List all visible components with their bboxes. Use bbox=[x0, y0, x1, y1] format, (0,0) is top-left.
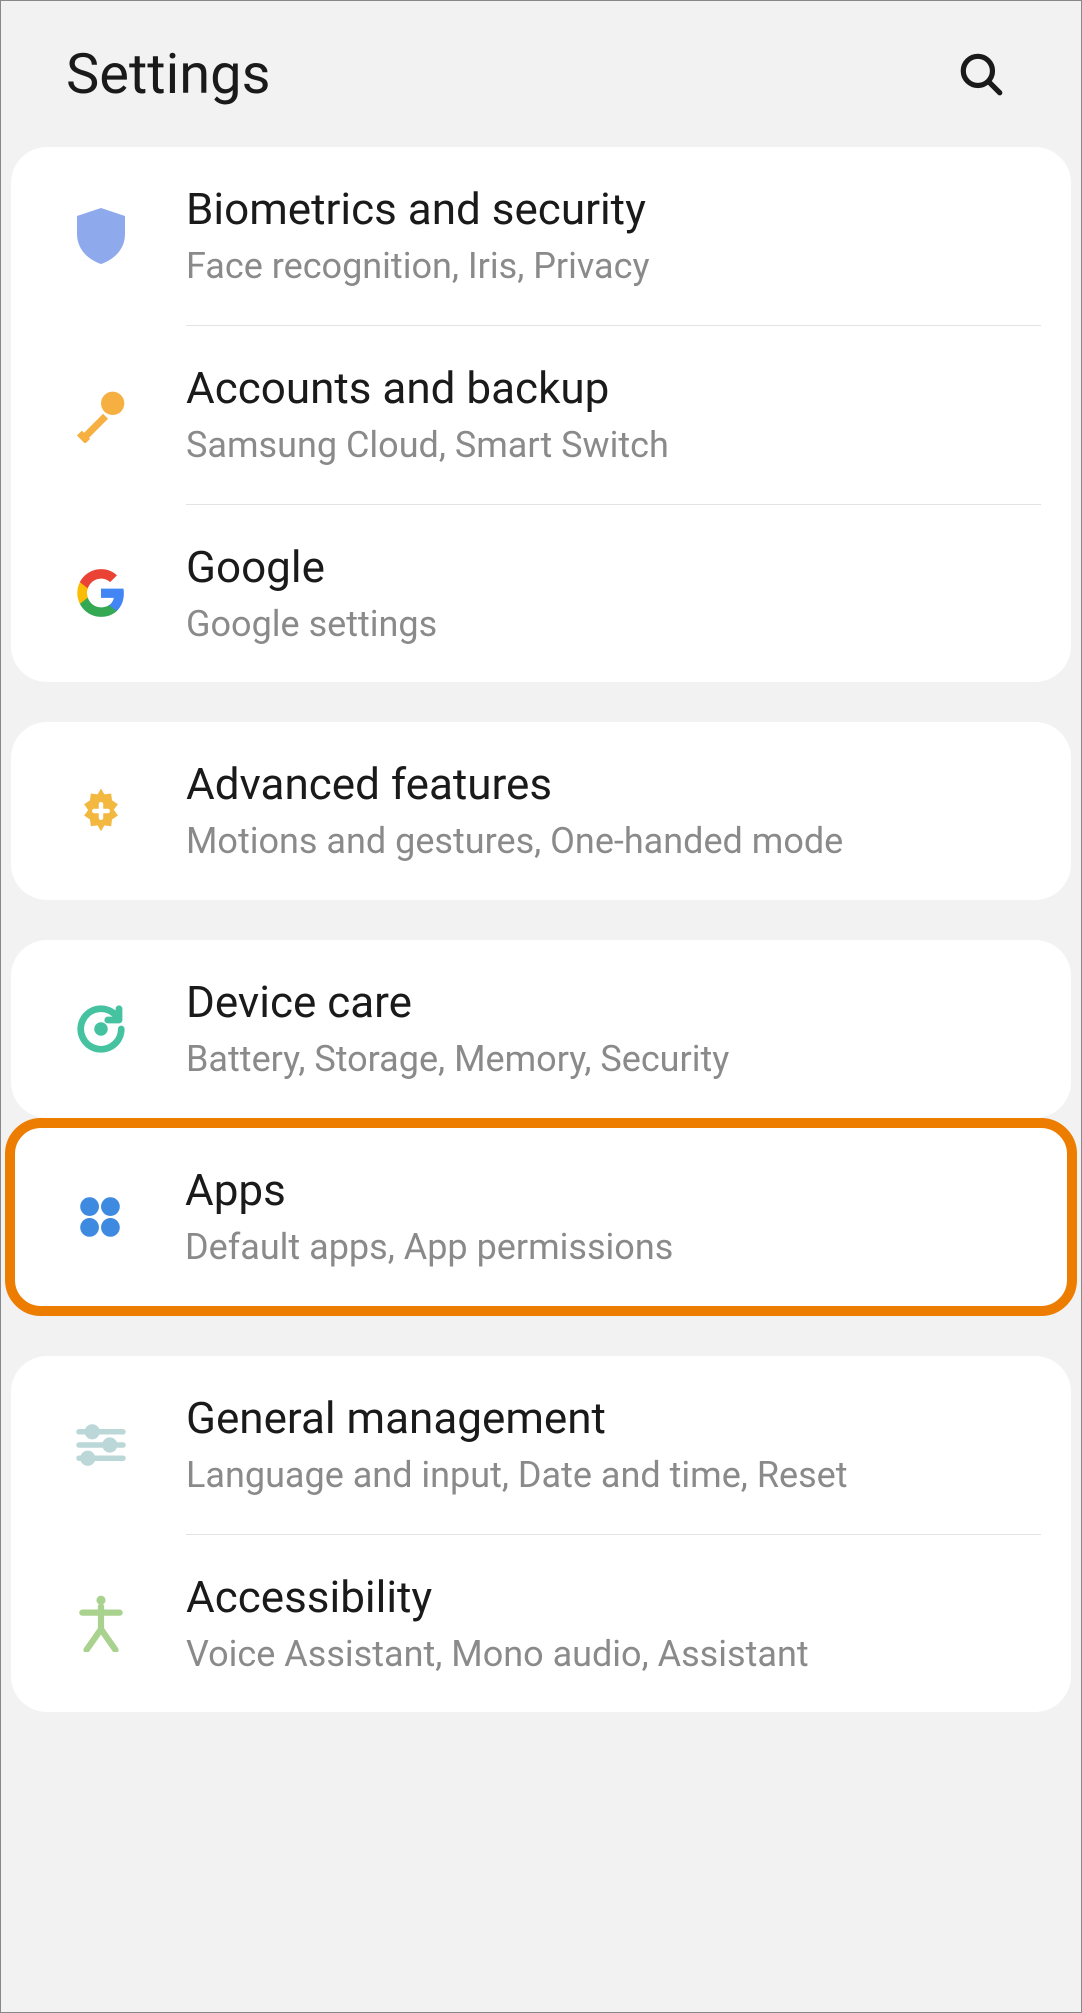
item-subtitle: Battery, Storage, Memory, Security bbox=[186, 1036, 1041, 1083]
circle-refresh-icon bbox=[71, 999, 131, 1059]
settings-item-general[interactable]: General management Language and input, D… bbox=[11, 1356, 1071, 1534]
item-subtitle: Motions and gestures, One-handed mode bbox=[186, 818, 1041, 865]
item-subtitle: Google settings bbox=[186, 601, 1041, 648]
item-subtitle: Samsung Cloud, Smart Switch bbox=[186, 422, 1041, 469]
item-title: Device care bbox=[186, 975, 1041, 1030]
item-subtitle: Default apps, App permissions bbox=[185, 1224, 1037, 1271]
settings-item-accessibility[interactable]: Accessibility Voice Assistant, Mono audi… bbox=[11, 1535, 1071, 1713]
settings-item-biometrics[interactable]: Biometrics and security Face recognition… bbox=[11, 147, 1071, 325]
sliders-icon bbox=[71, 1415, 131, 1475]
item-title: Advanced features bbox=[186, 757, 1041, 812]
gear-plus-icon bbox=[71, 781, 131, 841]
search-icon bbox=[956, 49, 1006, 99]
settings-item-device-care[interactable]: Device care Battery, Storage, Memory, Se… bbox=[11, 940, 1071, 1118]
item-subtitle: Voice Assistant, Mono audio, Assistant bbox=[186, 1631, 1041, 1678]
settings-group: General management Language and input, D… bbox=[11, 1356, 1071, 1713]
item-title: General management bbox=[186, 1391, 1041, 1446]
shield-icon bbox=[71, 206, 131, 266]
item-title: Google bbox=[186, 540, 1041, 595]
item-title: Accessibility bbox=[186, 1570, 1041, 1625]
apps-grid-icon bbox=[70, 1187, 130, 1247]
settings-item-apps[interactable]: Apps Default apps, App permissions bbox=[15, 1128, 1067, 1306]
settings-item-accounts[interactable]: Accounts and backup Samsung Cloud, Smart… bbox=[11, 326, 1071, 504]
settings-group: Biometrics and security Face recognition… bbox=[11, 147, 1071, 682]
item-title: Biometrics and security bbox=[186, 182, 1041, 237]
item-title: Apps bbox=[185, 1163, 1037, 1218]
header: Settings bbox=[1, 1, 1081, 147]
item-subtitle: Language and input, Date and time, Reset bbox=[186, 1452, 1041, 1499]
google-icon bbox=[71, 563, 131, 623]
settings-item-advanced[interactable]: Advanced features Motions and gestures, … bbox=[11, 722, 1071, 900]
person-icon bbox=[71, 1593, 131, 1653]
settings-group-highlighted: Apps Default apps, App permissions bbox=[5, 1118, 1077, 1316]
key-icon bbox=[71, 385, 131, 445]
item-subtitle: Face recognition, Iris, Privacy bbox=[186, 243, 1041, 290]
settings-group: Device care Battery, Storage, Memory, Se… bbox=[11, 940, 1071, 1118]
settings-item-google[interactable]: Google Google settings bbox=[11, 505, 1071, 683]
settings-group: Advanced features Motions and gestures, … bbox=[11, 722, 1071, 900]
search-button[interactable] bbox=[951, 44, 1011, 104]
item-title: Accounts and backup bbox=[186, 361, 1041, 416]
page-title: Settings bbox=[66, 41, 270, 107]
